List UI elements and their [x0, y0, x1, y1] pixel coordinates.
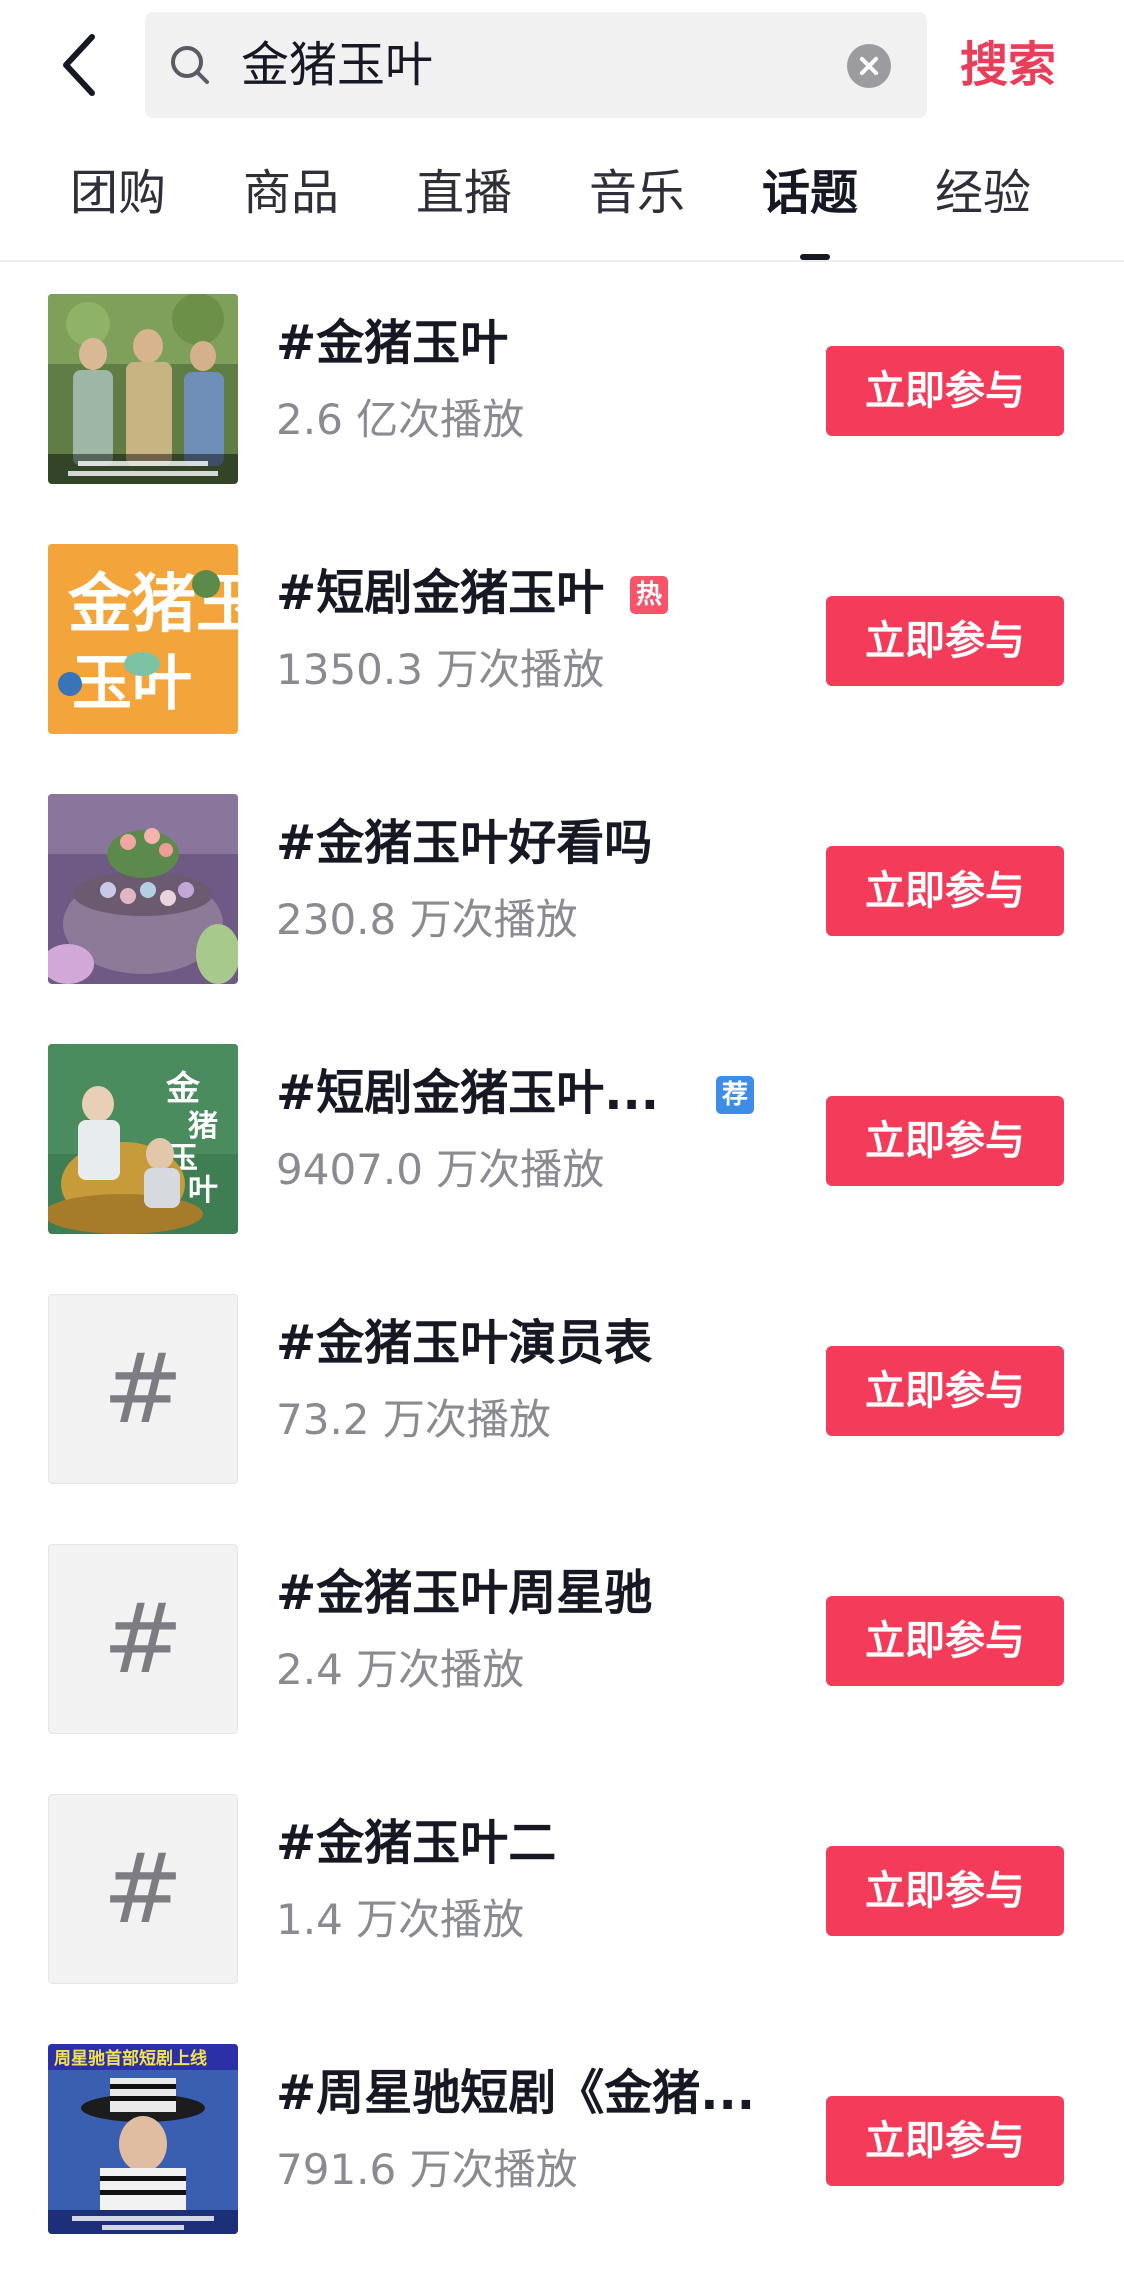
tab-topics[interactable]: 话题: [762, 158, 858, 228]
topic-title[interactable]: #金猪玉叶二: [276, 1810, 556, 1876]
play-count: 2.6 亿次播放: [276, 395, 525, 444]
topic-thumbnail[interactable]: #: [48, 1794, 238, 1984]
hashtag-icon: #: [102, 1833, 184, 1945]
thumb-banner-text: 周星驰首部短剧上线: [54, 2048, 207, 2069]
topic-thumbnail[interactable]: [48, 794, 238, 984]
topic-row[interactable]: 金 猪 玉 叶 #短剧金猪玉叶... 荐 9407.0 万次播放 立即参与: [0, 1012, 1124, 1262]
svg-text:叶: 叶: [188, 1173, 218, 1208]
photo-succulent-image: [48, 794, 238, 984]
tab-products[interactable]: 商品: [243, 158, 339, 228]
join-button[interactable]: 立即参与: [826, 1596, 1064, 1686]
topic-thumbnail[interactable]: 金 猪 玉 叶: [48, 1044, 238, 1234]
search-input[interactable]: 金猪玉叶: [145, 12, 927, 118]
topic-thumbnail[interactable]: 金猪玉叶 玉叶: [48, 544, 238, 734]
join-button[interactable]: 立即参与: [826, 1846, 1064, 1936]
hot-badge: 热: [630, 576, 668, 614]
topic-row[interactable]: # #金猪玉叶演员表 73.2 万次播放 立即参与: [0, 1262, 1124, 1512]
photo-three-men-image: [48, 294, 238, 484]
svg-text:金: 金: [165, 1069, 201, 1109]
chevron-left-icon: [63, 34, 95, 96]
clear-icon[interactable]: [847, 44, 891, 88]
topic-row[interactable]: 周星驰首部短剧上线 #周星驰短剧《金猪... 791.6 万次播放 立即参与: [0, 2012, 1124, 2262]
play-count: 9407.0 万次播放: [276, 1145, 605, 1194]
play-count: 1350.3 万次播放: [276, 645, 605, 694]
topic-title[interactable]: #金猪玉叶周星驰: [276, 1560, 652, 1626]
poster-green-image: 金 猪 玉 叶: [48, 1044, 238, 1234]
play-count: 791.6 万次播放: [276, 2145, 578, 2194]
topic-thumbnail[interactable]: 周星驰首部短剧上线: [48, 2044, 238, 2234]
play-count: 1.4 万次播放: [276, 1895, 525, 1944]
search-header: 金猪玉叶 搜索: [0, 0, 1124, 130]
play-count: 230.8 万次播放: [276, 895, 578, 944]
topic-title[interactable]: #金猪玉叶好看吗: [276, 810, 652, 876]
join-button[interactable]: 立即参与: [826, 2096, 1064, 2186]
join-button[interactable]: 立即参与: [826, 596, 1064, 686]
tab-music[interactable]: 音乐: [589, 158, 685, 228]
hashtag-icon: #: [102, 1583, 184, 1695]
play-count: 2.4 万次播放: [276, 1645, 525, 1694]
play-count: 73.2 万次播放: [276, 1395, 551, 1444]
topic-row[interactable]: #金猪玉叶好看吗 230.8 万次播放 立即参与: [0, 762, 1124, 1012]
recommend-badge: 荐: [716, 1076, 754, 1114]
topic-title[interactable]: #周星驰短剧《金猪...: [276, 2060, 755, 2126]
svg-text:猪: 猪: [188, 1109, 218, 1144]
join-button[interactable]: 立即参与: [826, 846, 1064, 936]
active-tab-indicator: [800, 254, 830, 260]
join-button[interactable]: 立即参与: [826, 346, 1064, 436]
search-icon: [171, 46, 209, 84]
topic-row[interactable]: # #金猪玉叶周星驰 2.4 万次播放 立即参与: [0, 1512, 1124, 1762]
photo-hat-image: 周星驰首部短剧上线: [48, 2044, 238, 2234]
join-button[interactable]: 立即参与: [826, 1346, 1064, 1436]
topic-thumbnail[interactable]: #: [48, 1544, 238, 1734]
join-button[interactable]: 立即参与: [826, 1096, 1064, 1186]
topic-row[interactable]: #金猪玉叶 2.6 亿次播放 立即参与: [0, 262, 1124, 512]
search-query[interactable]: 金猪玉叶: [241, 12, 433, 118]
topic-thumbnail[interactable]: [48, 294, 238, 484]
topic-title[interactable]: #短剧金猪玉叶: [276, 560, 604, 626]
topic-thumbnail[interactable]: #: [48, 1294, 238, 1484]
topic-row[interactable]: # #金猪玉叶二 1.4 万次播放 立即参与: [0, 1762, 1124, 2012]
poster-orange-image: 金猪玉叶 玉叶: [48, 544, 238, 734]
topic-title[interactable]: #金猪玉叶: [276, 310, 508, 376]
tab-bar: 团购 商品 直播 音乐 话题 经验: [0, 130, 1124, 262]
tab-experience[interactable]: 经验: [935, 158, 1031, 228]
topic-title[interactable]: #短剧金猪玉叶...: [276, 1060, 659, 1126]
hashtag-icon: #: [102, 1333, 184, 1445]
tab-live[interactable]: 直播: [416, 158, 512, 228]
topic-title[interactable]: #金猪玉叶演员表: [276, 1310, 652, 1376]
tab-group-buy[interactable]: 团购: [70, 158, 166, 228]
back-button[interactable]: [40, 20, 120, 110]
topic-row[interactable]: 金猪玉叶 玉叶 #短剧金猪玉叶 热 1350.3 万次播放 立即参与: [0, 512, 1124, 762]
search-button[interactable]: 搜索: [960, 20, 1056, 110]
